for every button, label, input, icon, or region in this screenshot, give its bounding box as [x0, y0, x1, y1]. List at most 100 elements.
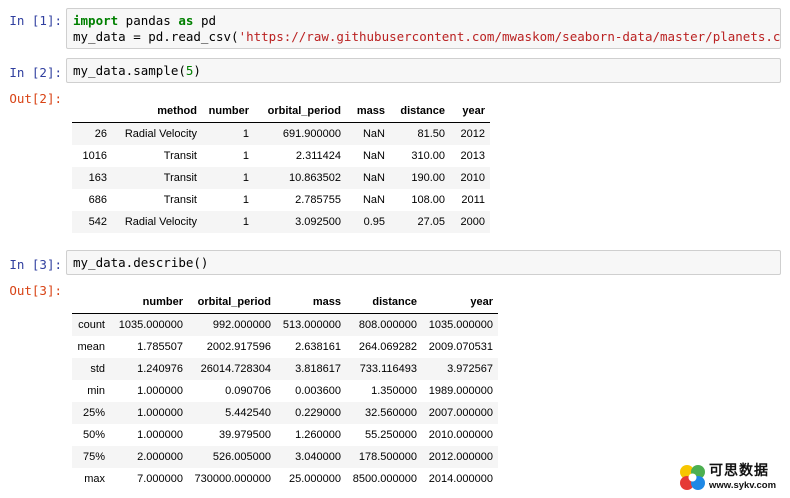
table-cell: 178.500000	[358, 451, 417, 463]
table-cell: 1.000000	[137, 429, 183, 441]
input-prompt-1: In [1]:	[9, 13, 62, 28]
column-header: year	[450, 99, 490, 123]
table-row: 26 Radial Velocity 1 691.900000 NaN 81.50 2012	[72, 122, 490, 145]
sample-dataframe-table: method number orbital_period mass distance ye…	[72, 99, 490, 233]
table-cell: 733.116493	[359, 363, 417, 375]
table-cell: Transit	[163, 194, 197, 206]
row-index: max	[84, 473, 105, 485]
column-header: orbital_period	[254, 99, 346, 123]
table-cell: 7.000000	[137, 473, 183, 485]
table-cell: 190.00	[411, 172, 445, 184]
row-index: 1016	[82, 150, 107, 162]
column-header: year	[422, 290, 498, 314]
table-cell: 1.000000	[137, 385, 183, 397]
code-text: my_data.describe()	[73, 255, 209, 270]
table-cell: 2002.917596	[206, 341, 271, 353]
table-cell: 2007.000000	[428, 407, 493, 419]
table-cell: 108.00	[411, 194, 445, 206]
table-cell: NaN	[362, 150, 385, 162]
table-cell: 2013	[460, 150, 485, 162]
table-cell: 81.50	[417, 128, 445, 140]
table-cell: 2010	[460, 172, 485, 184]
table-cell: 1989.000000	[428, 385, 493, 397]
table-row: mean 1.785507 2002.917596 2.638161 264.06928…	[72, 336, 498, 358]
table-cell: 992.000000	[212, 319, 271, 331]
code-string-url: 'https://raw.githubusercontent.com/mwask…	[238, 29, 781, 44]
table-row: max 7.000000 730000.000000 25.000000 8500.00…	[72, 468, 498, 490]
table-row: 163 Transit 1 10.863502 NaN 190.00 2010	[72, 167, 490, 189]
table-cell: 55.250000	[365, 429, 417, 441]
table-cell: 1	[242, 194, 249, 206]
code-text: pandas	[118, 13, 179, 28]
table-cell: 2010.000000	[428, 429, 493, 441]
code-input-2[interactable]: my_data.sample(5)	[66, 58, 781, 83]
column-header: distance	[346, 290, 422, 314]
table-cell: NaN	[362, 128, 385, 140]
column-header: method	[112, 99, 202, 123]
row-index: min	[87, 385, 105, 397]
column-header: number	[202, 99, 254, 123]
table-cell: 1035.000000	[118, 319, 183, 331]
output-prompt-3: Out[3]:	[9, 283, 62, 298]
row-index: 50%	[82, 429, 105, 441]
column-header: orbital_period	[188, 290, 276, 314]
table-cell: 526.005000	[212, 451, 271, 463]
table-cell: 691.900000	[282, 128, 341, 140]
table-row: std 1.240976 26014.728304 3.818617 733.11649…	[72, 358, 498, 380]
table-row: 75% 2.000000 526.005000 3.040000 178.500000 2…	[72, 446, 498, 468]
table-cell: 0.229000	[295, 407, 341, 419]
row-index: std	[90, 363, 105, 375]
describe-dataframe-table: number orbital_period mass distance year cou…	[72, 290, 498, 490]
table-cell: 2.638161	[295, 341, 341, 353]
table-row: 1016 Transit 1 2.311424 NaN 310.00 2013	[72, 145, 490, 167]
table-cell: 27.05	[417, 216, 445, 228]
table-cell: 1035.000000	[428, 319, 493, 331]
table-cell: 513.000000	[282, 319, 341, 331]
table-row: 50% 1.000000 39.979500 1.260000 55.250000 201…	[72, 424, 498, 446]
table-cell: 3.818617	[295, 363, 341, 375]
index-header	[72, 99, 112, 123]
table-cell: 0.95	[363, 216, 385, 228]
row-index: 25%	[82, 407, 105, 419]
code-text: my_data.sample(	[73, 63, 186, 78]
code-input-3[interactable]: my_data.describe()	[66, 250, 781, 275]
row-index: 26	[94, 128, 107, 140]
table-cell: NaN	[362, 172, 385, 184]
table-header-row: number orbital_period mass distance year	[72, 290, 498, 314]
table-row: min 1.000000 0.090706 0.003600 1.350000 1989.…	[72, 380, 498, 402]
column-header: distance	[390, 99, 450, 123]
table-cell: 0.090706	[225, 385, 271, 397]
table-cell: 730000.000000	[194, 473, 271, 485]
code-input-1[interactable]: import pandas as pd my_data = pd.read_cs…	[66, 8, 781, 49]
table-header-row: method number orbital_period mass distance ye…	[72, 99, 490, 123]
table-cell: NaN	[362, 194, 385, 206]
table-cell: 1	[242, 128, 249, 140]
table-cell: 39.979500	[219, 429, 271, 441]
row-index: 163	[88, 172, 107, 184]
table-cell: 1.240976	[137, 363, 183, 375]
index-header	[72, 290, 110, 314]
table-cell: 2.785755	[295, 194, 341, 206]
table-cell: 1	[242, 172, 249, 184]
table-row: 686 Transit 1 2.785755 NaN 108.00 2011	[72, 189, 490, 211]
row-index: mean	[77, 341, 105, 353]
table-cell: 10.863502	[289, 172, 341, 184]
table-cell: 25.000000	[289, 473, 341, 485]
table-cell: 1.785507	[137, 341, 183, 353]
code-text: pd	[193, 13, 217, 28]
table-row: count 1035.000000 992.000000 513.000000 808.…	[72, 313, 498, 336]
table-row: 542 Radial Velocity 1 3.092500 0.95 27.05 2000	[72, 211, 490, 233]
watermark-brand: 可思数据	[709, 462, 769, 478]
table-row: 25% 1.000000 5.442540 0.229000 32.560000 2007…	[72, 402, 498, 424]
table-cell: 1.350000	[371, 385, 417, 397]
table-cell: 2011	[461, 194, 485, 206]
keyword-import: import	[73, 13, 119, 28]
table-cell: 3.092500	[295, 216, 341, 228]
row-index: 686	[88, 194, 107, 206]
code-line-1: import pandas as pd	[73, 13, 216, 28]
table-cell: 26014.728304	[200, 363, 271, 375]
table-cell: 1	[242, 216, 249, 228]
column-header: mass	[276, 290, 346, 314]
table-cell: 2000	[460, 216, 485, 228]
column-header: number	[110, 290, 188, 314]
